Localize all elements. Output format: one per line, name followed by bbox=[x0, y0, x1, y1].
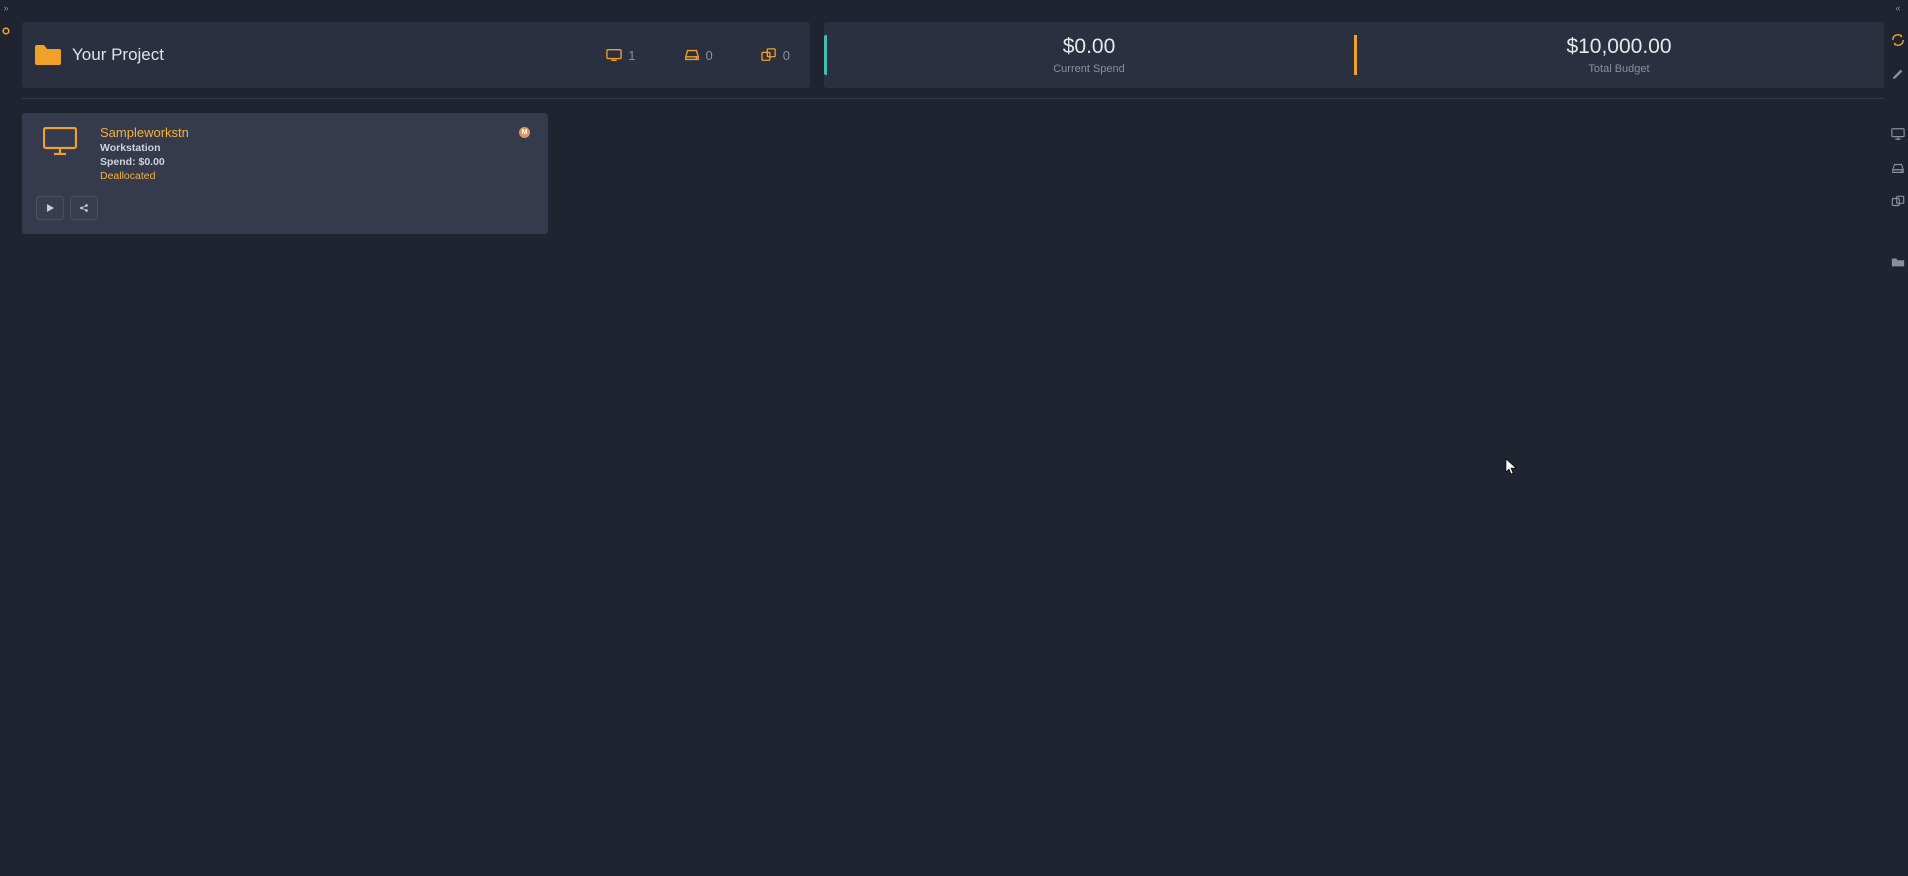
resource-spend: Spend: $0.00 bbox=[100, 156, 189, 168]
page-content: Your Project 1 0 0 $0.00 bbox=[22, 22, 1884, 876]
stat-render-count: 0 bbox=[783, 48, 790, 63]
stat-storage-count: 0 bbox=[706, 48, 713, 63]
refresh-icon[interactable] bbox=[1891, 33, 1905, 47]
spend-label: Current Spend bbox=[1053, 63, 1125, 75]
budget-label: Total Budget bbox=[1588, 63, 1649, 75]
resource-status: Deallocated bbox=[100, 170, 189, 182]
workstation-icon bbox=[43, 127, 77, 155]
render-icon bbox=[761, 48, 777, 62]
stat-render: 0 bbox=[761, 48, 790, 63]
current-spend: $0.00 Current Spend bbox=[824, 35, 1354, 75]
left-rail: » bbox=[0, 0, 12, 876]
monitor-icon[interactable] bbox=[1891, 127, 1905, 141]
share-icon bbox=[79, 203, 89, 213]
accent-bar-orange bbox=[1354, 35, 1357, 75]
storage-icon[interactable] bbox=[1891, 161, 1905, 175]
resource-type: Workstation bbox=[100, 142, 189, 154]
start-button[interactable] bbox=[36, 196, 64, 220]
resource-badge: M bbox=[519, 127, 530, 138]
stat-storage: 0 bbox=[684, 48, 713, 63]
resource-card[interactable]: Sampleworkstn Workstation Spend: $0.00 D… bbox=[22, 113, 548, 234]
project-title: Your Project bbox=[72, 45, 164, 65]
resource-name: Sampleworkstn bbox=[100, 125, 189, 140]
divider bbox=[22, 98, 1884, 99]
expand-left-icon[interactable]: » bbox=[3, 4, 8, 13]
accent-bar-teal bbox=[824, 35, 827, 75]
stat-workstations: 1 bbox=[606, 48, 635, 63]
project-panel: Your Project 1 0 0 bbox=[22, 22, 810, 88]
settings-button[interactable] bbox=[70, 196, 98, 220]
total-budget: $10,000.00 Total Budget bbox=[1354, 35, 1884, 75]
project-stats: 1 0 0 bbox=[606, 48, 790, 63]
play-icon bbox=[45, 203, 55, 213]
render-icon[interactable] bbox=[1891, 195, 1905, 209]
collapse-right-icon[interactable]: « bbox=[1895, 4, 1900, 13]
folder-icon bbox=[34, 43, 62, 67]
spend-amount: $0.00 bbox=[1063, 35, 1116, 59]
folder-icon[interactable] bbox=[1891, 255, 1905, 269]
storage-icon bbox=[684, 48, 700, 62]
monitor-icon bbox=[606, 48, 622, 62]
budget-panel: $0.00 Current Spend $10,000.00 Total Bud… bbox=[824, 22, 1884, 88]
resources-area: Sampleworkstn Workstation Spend: $0.00 D… bbox=[22, 109, 1884, 234]
stat-workstations-count: 1 bbox=[628, 48, 635, 63]
edit-icon[interactable] bbox=[1891, 67, 1905, 81]
summary-bar: Your Project 1 0 0 $0.00 bbox=[22, 22, 1884, 88]
status-dot-icon[interactable] bbox=[2, 27, 10, 35]
budget-amount: $10,000.00 bbox=[1566, 35, 1671, 59]
right-rail: « bbox=[1888, 0, 1908, 876]
